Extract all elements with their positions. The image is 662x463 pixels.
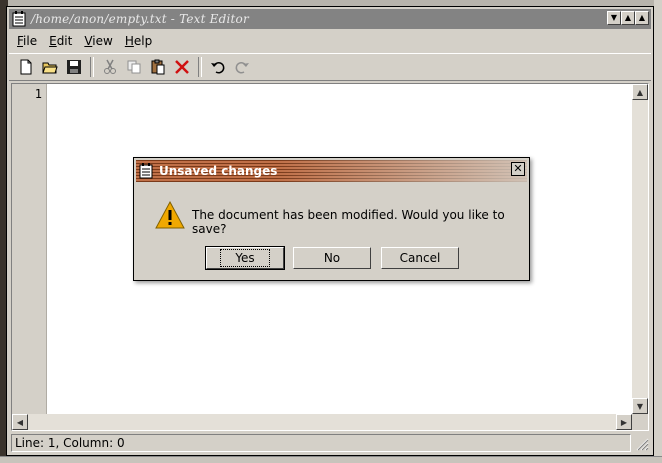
maximize-button[interactable]: ▲ — [635, 11, 649, 25]
no-button[interactable]: No — [293, 247, 371, 269]
notepad-icon — [12, 11, 26, 27]
delete-button[interactable] — [171, 56, 193, 78]
menu-edit[interactable]: Edit — [43, 34, 78, 48]
cursor-position: Line: 1, Column: 0 — [15, 436, 125, 450]
maximize-icon: ▲ — [638, 13, 646, 22]
new-file-icon — [20, 59, 32, 75]
redo-button[interactable] — [231, 56, 253, 78]
scroll-right-button[interactable]: ▶ — [616, 414, 632, 430]
status-bar: Line: 1, Column: 0 — [11, 434, 631, 452]
open-folder-icon — [42, 62, 58, 74]
horizontal-scrollbar[interactable]: ◀ ▶ — [12, 414, 632, 430]
dialog-titlebar[interactable]: Unsaved changes — [136, 160, 527, 182]
minimize-button[interactable]: ▲ — [621, 11, 635, 25]
minimize-icon: ▲ — [624, 13, 632, 22]
menu-view[interactable]: View — [78, 34, 118, 48]
toolbar-separator — [90, 57, 94, 77]
open-file-button[interactable] — [39, 56, 61, 78]
close-icon: ✕ — [513, 162, 523, 175]
menu-arrow-icon: ▼ — [610, 13, 618, 22]
undo-button[interactable] — [207, 56, 229, 78]
line-number-gutter: 1 — [12, 84, 47, 414]
menu-file[interactable]: File — [11, 34, 43, 48]
paste-button[interactable] — [147, 56, 169, 78]
desktop-background-right — [654, 0, 662, 462]
yes-button[interactable]: Yes — [205, 246, 285, 270]
warning-icon — [155, 200, 185, 229]
dialog-message: The document has been modified. Would yo… — [192, 208, 505, 236]
dialog-close-button[interactable]: ✕ — [511, 162, 525, 176]
save-disk-icon — [67, 60, 81, 74]
menu-help[interactable]: Help — [119, 34, 158, 48]
copy-button[interactable] — [123, 56, 145, 78]
scrollbar-corner — [632, 414, 648, 430]
window-titlebar[interactable]: /home/anon/empty.txt - Text Editor ▼ ▲ ▲ — [9, 9, 651, 29]
undo-icon — [211, 62, 225, 74]
toolbar-separator — [198, 57, 202, 77]
cut-icon — [104, 59, 116, 74]
unsaved-changes-dialog: Unsaved changes ✕ The document has been … — [133, 157, 530, 281]
dialog-title: Unsaved changes — [159, 164, 278, 178]
cancel-button[interactable]: Cancel — [381, 247, 459, 269]
paste-icon — [151, 59, 165, 75]
toolbar — [9, 53, 651, 81]
line-number: 1 — [34, 87, 42, 101]
arrow-up-icon: ▲ — [636, 87, 644, 97]
scroll-left-button[interactable]: ◀ — [12, 414, 28, 430]
cut-button[interactable] — [99, 56, 121, 78]
window-menu-button[interactable]: ▼ — [607, 11, 621, 25]
arrow-right-icon: ▶ — [620, 417, 628, 427]
save-button[interactable] — [63, 56, 85, 78]
menu-bar: File Edit View Help — [11, 31, 158, 51]
delete-icon — [175, 60, 189, 74]
vertical-scrollbar[interactable]: ▲ ▼ — [632, 84, 648, 414]
scroll-down-button[interactable]: ▼ — [632, 398, 648, 414]
scroll-up-button[interactable]: ▲ — [632, 84, 648, 100]
new-file-button[interactable] — [15, 56, 37, 78]
arrow-left-icon: ◀ — [16, 417, 24, 427]
notepad-icon — [139, 163, 153, 179]
arrow-down-icon: ▼ — [636, 401, 644, 411]
copy-icon — [127, 60, 141, 74]
window-title: /home/anon/empty.txt - Text Editor — [31, 12, 249, 26]
redo-icon — [235, 62, 249, 74]
resize-grip-icon[interactable] — [635, 437, 649, 451]
